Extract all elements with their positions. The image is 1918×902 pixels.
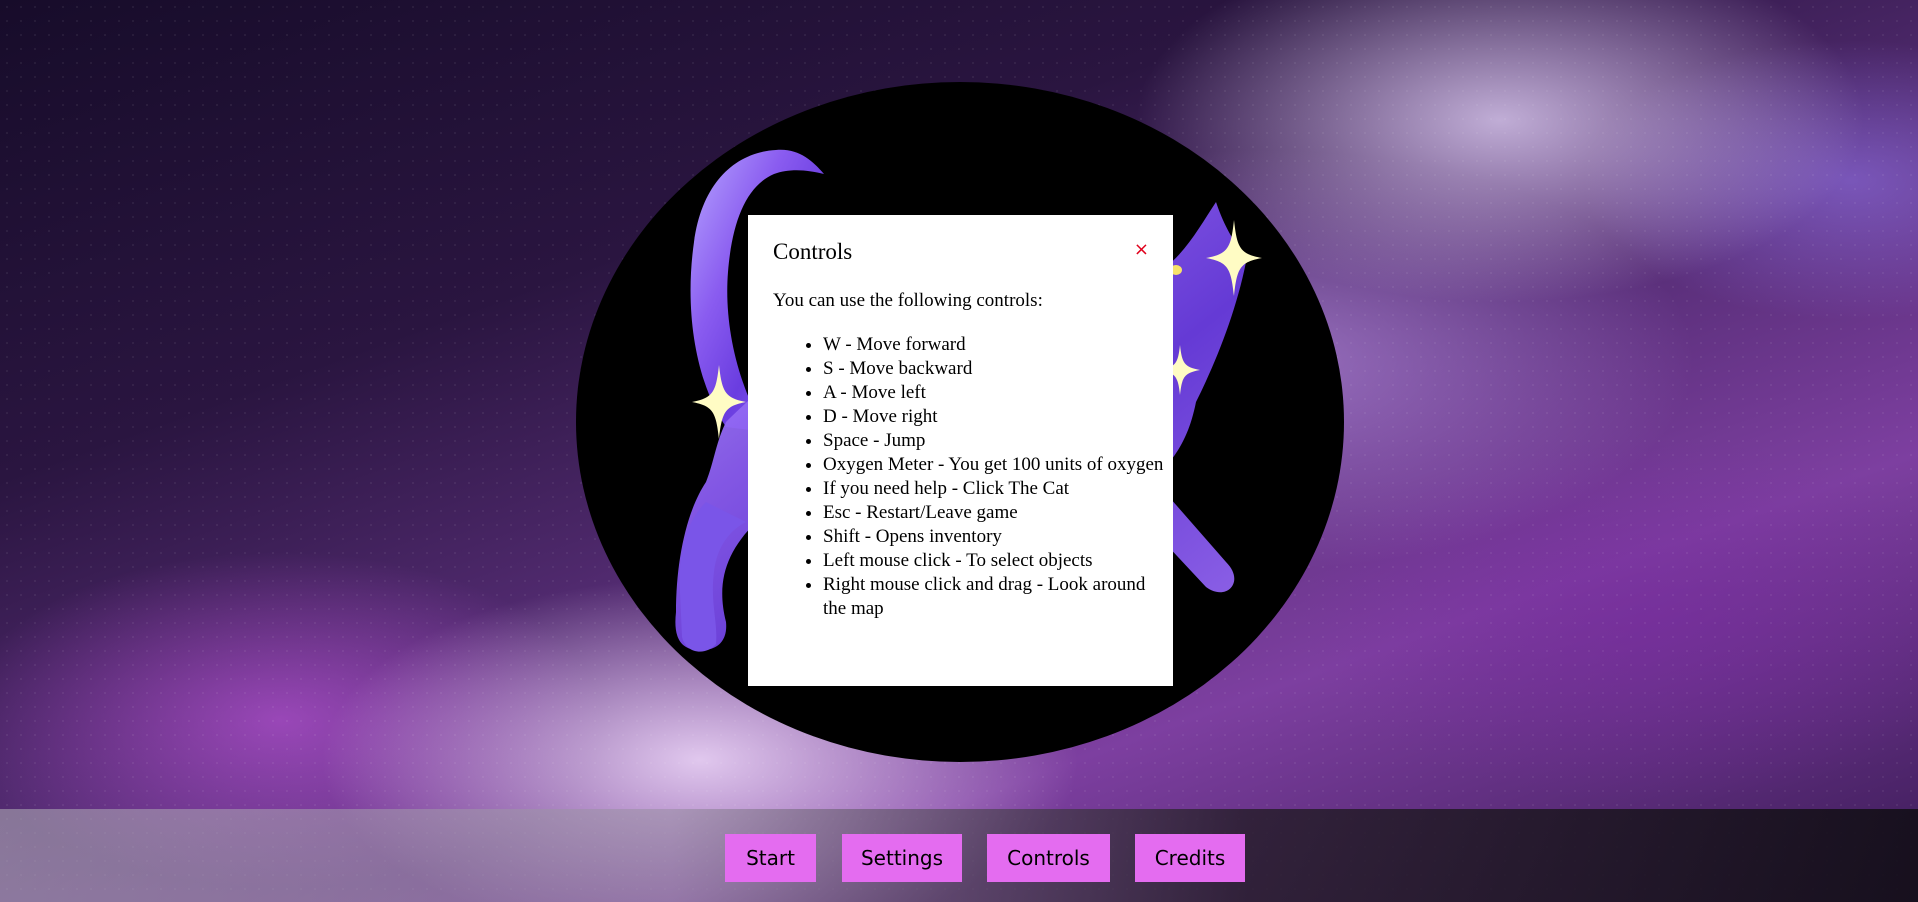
start-button[interactable]: Start	[725, 834, 816, 882]
list-item: Right mouse click and drag - Look around…	[823, 573, 1173, 621]
list-item: Oxygen Meter - You get 100 units of oxyg…	[823, 453, 1173, 477]
list-item: D - Move right	[823, 405, 1173, 429]
close-icon[interactable]: ×	[1134, 241, 1149, 259]
dialog-intro-text: You can use the following controls:	[773, 290, 1043, 311]
list-item: If you need help - Click The Cat	[823, 477, 1173, 501]
dialog-title: Controls	[773, 239, 853, 264]
game-menu-screen: Controls × You can use the following con…	[0, 0, 1918, 902]
sparkle-icon	[1206, 220, 1262, 296]
settings-button[interactable]: Settings	[842, 834, 962, 882]
list-item: A - Move left	[823, 381, 1173, 405]
list-item: Shift - Opens inventory	[823, 525, 1173, 549]
list-item: S - Move backward	[823, 357, 1173, 381]
credits-button[interactable]: Credits	[1135, 834, 1245, 882]
list-item: Esc - Restart/Leave game	[823, 501, 1173, 525]
bottom-menu-bar: Start Settings Controls Credits	[0, 809, 1918, 902]
list-item: W - Move forward	[823, 333, 1173, 357]
sparkle-icon	[692, 365, 746, 439]
list-item: Space - Jump	[823, 429, 1173, 453]
controls-dialog: Controls × You can use the following con…	[748, 215, 1173, 686]
list-item: Left mouse click - To select objects	[823, 549, 1173, 573]
controls-button[interactable]: Controls	[987, 834, 1110, 882]
controls-list: W - Move forward S - Move backward A - M…	[773, 333, 1173, 621]
